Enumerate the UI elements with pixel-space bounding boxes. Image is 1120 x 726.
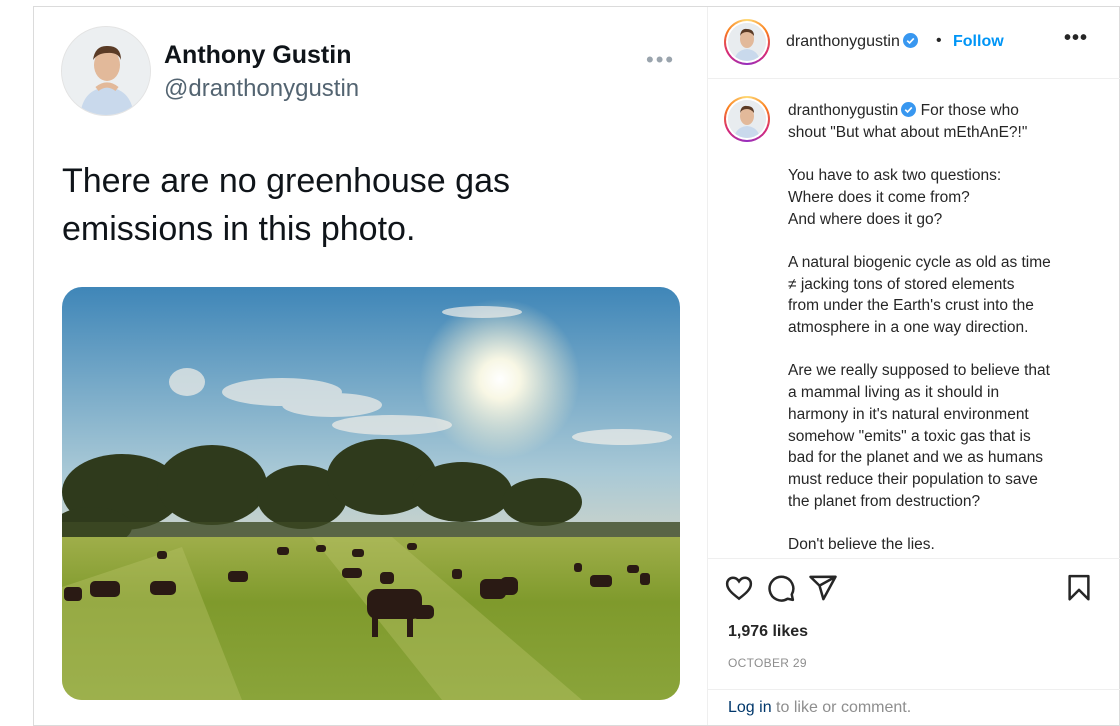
share-icon[interactable] xyxy=(808,573,838,603)
caption-first-line: For those who xyxy=(920,102,1019,119)
post-image: Anthony Gustin @dranthonygustin ••• Ther… xyxy=(34,7,707,725)
tweet-author-name: Anthony Gustin xyxy=(164,41,352,69)
login-suffix: to like or comment. xyxy=(771,699,912,716)
bookmark-icon[interactable] xyxy=(1064,573,1094,603)
post-caption: dranthonygustin For those who shout "But… xyxy=(788,100,1083,556)
post-date: OCTOBER 29 xyxy=(728,656,807,670)
caption-body: shout "But what about mEthAnE?!" You hav… xyxy=(788,123,1051,554)
post-modal: Anthony Gustin @dranthonygustin ••• Ther… xyxy=(33,6,1120,726)
cattle-pasture-photo xyxy=(62,287,680,700)
comment-icon[interactable] xyxy=(766,573,796,603)
caption-avatar[interactable] xyxy=(724,96,770,142)
verified-badge-icon xyxy=(902,33,918,48)
heart-icon[interactable] xyxy=(724,573,754,603)
tweet-more-icon: ••• xyxy=(646,47,676,72)
action-bar: 1,976 likes OCTOBER 29 xyxy=(708,558,1120,697)
login-link[interactable]: Log in xyxy=(728,699,772,716)
more-options-icon[interactable]: ••• xyxy=(1064,27,1088,50)
post-sidebar: dranthonygustin • Follow ••• dranthonygu… xyxy=(707,7,1120,725)
tweet-text: There are no greenhouse gas emissions in… xyxy=(62,162,510,248)
header-username[interactable]: dranthonygustin xyxy=(786,33,918,51)
post-header: dranthonygustin • Follow ••• xyxy=(708,7,1120,79)
login-prompt: Log in to like or comment. xyxy=(708,689,1120,725)
follow-button[interactable]: Follow xyxy=(953,33,1004,51)
header-username-text[interactable]: dranthonygustin xyxy=(786,33,900,50)
likes-count[interactable]: 1,976 likes xyxy=(728,623,808,641)
tweet-avatar xyxy=(61,26,151,116)
caption-section: dranthonygustin For those who shout "But… xyxy=(708,80,1120,558)
header-avatar[interactable] xyxy=(724,19,770,65)
caption-username[interactable]: dranthonygustin xyxy=(788,102,898,119)
tweet-author-handle: @dranthonygustin xyxy=(164,75,360,102)
verified-badge-icon xyxy=(901,102,917,117)
login-prompt-text: Log in to like or comment. xyxy=(728,699,911,717)
separator-dot: • xyxy=(936,32,942,49)
